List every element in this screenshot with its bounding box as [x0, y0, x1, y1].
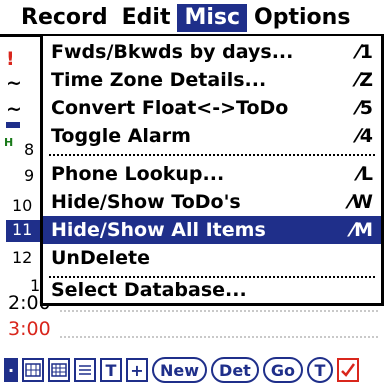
- menu-item-label: UnDelete: [51, 247, 150, 269]
- menu-item-shortcut: ⁄4: [356, 125, 373, 147]
- menu-item-fwds-bkwds[interactable]: Fwds/Bkwds by days... ⁄1: [43, 38, 381, 66]
- hour-label: 9: [24, 166, 35, 185]
- menu-item-hide-show-all[interactable]: Hide/Show All Items ⁄M: [43, 216, 381, 244]
- menu-item-label: Convert Float<->ToDo: [51, 97, 289, 119]
- menu-item-label: Hide/Show ToDo's: [51, 191, 241, 213]
- todo-view-icon[interactable]: T: [100, 358, 122, 382]
- alarm-indicator: !: [6, 48, 15, 70]
- hour-label: 12: [12, 248, 33, 267]
- menu-item-label: Time Zone Details...: [51, 69, 267, 91]
- plus-icon[interactable]: +: [126, 358, 148, 382]
- menu-item-shortcut: ⁄L: [357, 163, 373, 185]
- week-view-icon[interactable]: [22, 358, 44, 382]
- menu-misc[interactable]: Misc: [177, 4, 248, 32]
- hour-marker: H: [4, 136, 14, 149]
- repeat-indicator: ~: [6, 72, 22, 94]
- menu-item-phone-lookup[interactable]: Phone Lookup... ⁄L: [43, 160, 381, 188]
- menu-separator: [49, 154, 375, 156]
- menu-item-select-database[interactable]: Select Database...: [43, 276, 381, 304]
- bottom-toolbar: · T + New Det Go T: [0, 350, 384, 390]
- new-button[interactable]: New: [152, 357, 208, 383]
- time-label: 3:00: [8, 318, 51, 340]
- checkmark-icon[interactable]: [336, 358, 359, 382]
- menu-item-toggle-alarm[interactable]: Toggle Alarm ⁄4: [43, 122, 381, 150]
- menu-item-convert-float[interactable]: Convert Float<->ToDo ⁄5: [43, 94, 381, 122]
- menu-item-label: Fwds/Bkwds by days...: [51, 41, 294, 63]
- menu-edit[interactable]: Edit: [115, 4, 178, 32]
- menu-item-label: Select Database...: [51, 279, 247, 301]
- hour-label: 8: [24, 140, 35, 159]
- list-view-icon[interactable]: [74, 358, 96, 382]
- goto-button[interactable]: Go: [262, 357, 303, 383]
- menu-item-shortcut: ⁄W: [348, 191, 373, 213]
- menu-item-shortcut: ⁄Z: [356, 69, 373, 91]
- menu-item-shortcut: ⁄1: [356, 41, 373, 63]
- time-slot-line: [60, 310, 378, 312]
- day-view-icon[interactable]: ·: [4, 358, 18, 382]
- details-button[interactable]: Det: [211, 357, 259, 383]
- menu-item-time-zone[interactable]: Time Zone Details... ⁄Z: [43, 66, 381, 94]
- hour-label: 10: [12, 196, 33, 215]
- menu-item-shortcut: ⁄5: [356, 97, 373, 119]
- menu-item-label: Phone Lookup...: [51, 163, 225, 185]
- check-icon: [341, 363, 355, 377]
- hour-label-selected: 11: [6, 220, 40, 242]
- menu-item-shortcut: ⁄M: [350, 219, 373, 241]
- menu-item-hide-show-todos[interactable]: Hide/Show ToDo's ⁄W: [43, 188, 381, 216]
- list-icon: [79, 365, 91, 375]
- grid-icon: [25, 363, 41, 377]
- menu-item-label: Toggle Alarm: [51, 125, 191, 147]
- menu-record[interactable]: Record: [14, 4, 115, 32]
- time-slot-row[interactable]: 3:00: [0, 318, 384, 348]
- menu-item-undelete[interactable]: UnDelete: [43, 244, 381, 272]
- event-bar: [6, 122, 20, 128]
- menu-item-label: Hide/Show All Items: [51, 219, 266, 241]
- month-view-icon[interactable]: [48, 358, 70, 382]
- menubar: Record Edit Misc Options: [0, 0, 384, 36]
- repeat-indicator: ~: [6, 98, 22, 120]
- misc-dropdown-menu: Fwds/Bkwds by days... ⁄1 Time Zone Detai…: [40, 36, 384, 306]
- menu-options[interactable]: Options: [247, 4, 357, 32]
- time-slot-line: [60, 336, 378, 338]
- today-button[interactable]: T: [306, 357, 333, 383]
- calendar-grid-icon: [51, 363, 67, 377]
